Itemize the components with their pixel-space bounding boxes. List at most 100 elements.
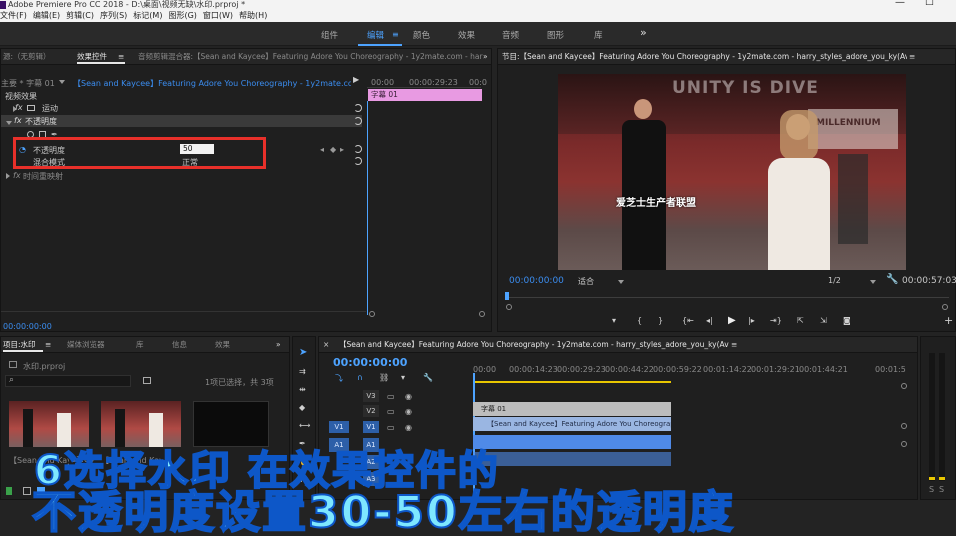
program-add-button-icon[interactable]: + xyxy=(944,314,953,327)
fit-dropdown[interactable]: 适合 xyxy=(578,276,594,287)
list-view-icon[interactable] xyxy=(23,487,31,495)
title-clip[interactable]: 字幕 01 xyxy=(473,402,671,416)
tab-info[interactable]: 信息 xyxy=(172,337,187,352)
mark-out-icon[interactable]: } xyxy=(658,316,663,325)
track-v3-label[interactable]: V3 xyxy=(363,390,379,402)
fx-icon-time-remap[interactable]: fx xyxy=(13,171,21,180)
menu-sequence[interactable]: 序列(S) xyxy=(100,10,127,22)
workspace-tab-audio[interactable]: 音频 xyxy=(502,29,519,41)
ec-title-clip[interactable]: 字幕 01 xyxy=(368,89,482,101)
nest-toggle-icon[interactable]: ⤵ xyxy=(335,373,343,384)
linked-selection-icon[interactable]: ⛓ xyxy=(379,373,389,382)
minimize-button[interactable]: — xyxy=(895,0,905,8)
track-v2-label[interactable]: V2 xyxy=(363,405,379,417)
fx-icon-motion[interactable]: fx xyxy=(15,103,23,112)
time-remap-expand-icon[interactable] xyxy=(6,172,10,181)
tab-source[interactable]: 源:（无剪辑） xyxy=(3,49,51,64)
menu-file[interactable]: 文件(F) xyxy=(0,10,27,22)
prev-keyframe-icon[interactable]: ◂ xyxy=(320,145,324,154)
audio-clip-a1[interactable] xyxy=(473,435,671,449)
program-time-ruler[interactable] xyxy=(506,297,949,298)
track-v1-label[interactable]: V1 xyxy=(363,421,379,433)
ec-timecode[interactable]: 00:00:00:00 xyxy=(3,322,52,331)
opacity-collapse-icon[interactable] xyxy=(6,118,12,127)
snap-icon[interactable]: ∩ xyxy=(357,373,363,382)
add-marker-icon[interactable]: ▾ xyxy=(612,316,616,325)
track-select-tool-icon[interactable]: ⇉ xyxy=(299,367,306,376)
audio-clip-a2[interactable] xyxy=(473,452,671,466)
workspace-more-icon[interactable]: » xyxy=(640,26,647,39)
motion-transform-icon[interactable] xyxy=(27,104,35,113)
new-bin-from-search-icon[interactable] xyxy=(143,377,151,384)
workspace-tab-color[interactable]: 颜色 xyxy=(413,29,430,41)
menu-marker[interactable]: 标记(M) xyxy=(133,10,162,22)
opacity-reset-icon[interactable] xyxy=(354,117,362,125)
selection-tool-icon[interactable]: ➤ xyxy=(299,347,307,358)
panel-more-icon[interactable]: » xyxy=(483,49,488,64)
tab-audio-mixer[interactable]: 音频剪辑混合器:【Sean and Kaycee】Featuring Adore… xyxy=(138,49,483,64)
workspace-tab-effects[interactable]: 效果 xyxy=(458,29,475,41)
play-clip-icon[interactable]: ▶ xyxy=(353,75,359,84)
ec-zoom-handle-right[interactable] xyxy=(479,311,485,317)
project-menu-icon[interactable]: ≡ xyxy=(45,337,51,352)
solo-left[interactable]: S xyxy=(929,485,934,494)
workspace-tab-graphics[interactable]: 图形 xyxy=(547,29,564,41)
play-button[interactable]: ▶ xyxy=(728,315,736,326)
fx-icon-opacity[interactable]: fx xyxy=(14,116,22,125)
workspace-tab-assembly[interactable]: 组件 xyxy=(321,29,338,41)
timeline-settings-icon[interactable]: 🔧 xyxy=(423,373,433,382)
ec-scroll-track[interactable] xyxy=(1,311,366,312)
export-frame-icon[interactable]: ◙ xyxy=(843,316,851,325)
fit-dropdown-icon[interactable] xyxy=(618,277,624,286)
sequence-tab[interactable]: 【Sean and Kaycee】Featuring Adore You Cho… xyxy=(339,337,729,352)
menu-graphics[interactable]: 图形(G) xyxy=(168,10,196,22)
video-clip[interactable]: 【Sean and Kaycee】Featuring Adore You Cho… xyxy=(473,417,671,431)
next-keyframe-icon[interactable]: ▸ xyxy=(340,145,344,154)
program-zoom-right[interactable] xyxy=(942,304,948,310)
add-marker-timeline-icon[interactable]: ▾ xyxy=(401,373,405,382)
track-zoom-mid[interactable] xyxy=(901,423,907,429)
razor-tool-icon[interactable]: ◆ xyxy=(299,403,305,412)
search-icon[interactable]: ⌕ xyxy=(9,375,14,385)
ripple-edit-tool-icon[interactable]: ⇹ xyxy=(299,385,306,394)
menu-window[interactable]: 窗口(W) xyxy=(203,10,233,22)
track-zoom-top[interactable] xyxy=(901,383,907,389)
tab-effects[interactable]: 效果 xyxy=(215,337,230,352)
sync-lock-v2-icon[interactable]: ▭ xyxy=(387,407,395,416)
workspace-tab-editing[interactable]: 编辑 xyxy=(367,29,384,41)
sync-lock-v3-icon[interactable]: ▭ xyxy=(387,392,395,401)
clip-name[interactable]: 【Sean and Kaycee】Featuring Adore You Cho… xyxy=(73,78,351,89)
close-sequence-icon[interactable]: × xyxy=(323,337,329,352)
menu-edit[interactable]: 编辑(E) xyxy=(33,10,60,22)
motion-reset-icon[interactable] xyxy=(354,104,362,112)
project-search-input[interactable] xyxy=(5,375,131,387)
eye-v1-icon[interactable]: ◉ xyxy=(405,423,412,432)
workspace-tab-libraries[interactable]: 库 xyxy=(594,29,603,41)
blend-reset-icon[interactable] xyxy=(354,157,362,165)
tab-libraries[interactable]: 库 xyxy=(136,337,144,352)
program-timecode[interactable]: 00:00:00:00 xyxy=(509,276,564,286)
workspace-menu-icon[interactable]: ≡ xyxy=(392,30,399,39)
mark-in-icon[interactable]: { xyxy=(637,316,642,325)
track-zoom-bottom[interactable] xyxy=(901,441,907,447)
resolution-dropdown[interactable]: 1/2 xyxy=(828,276,841,285)
extract-icon[interactable]: ⇲ xyxy=(820,316,827,325)
go-to-in-icon[interactable]: {⇤ xyxy=(682,316,694,325)
lift-icon[interactable]: ⇱ xyxy=(797,316,804,325)
program-tab-title[interactable]: 节目:【Sean and Kaycee】Featuring Adore You … xyxy=(502,49,907,64)
step-forward-icon[interactable]: |▸ xyxy=(748,316,755,325)
go-to-out-icon[interactable]: ⇥} xyxy=(770,316,782,325)
menu-help[interactable]: 帮助(H) xyxy=(239,10,267,22)
project-more-icon[interactable]: » xyxy=(276,337,281,352)
work-area-bar[interactable] xyxy=(473,381,671,383)
maximize-button[interactable]: ☐ xyxy=(925,0,934,8)
menu-clip[interactable]: 剪辑(C) xyxy=(66,10,94,22)
program-menu-icon[interactable]: ≡ xyxy=(909,49,915,64)
opacity-value-reset-icon[interactable] xyxy=(354,145,362,153)
eye-v3-icon[interactable]: ◉ xyxy=(405,392,412,401)
resolution-dropdown-icon[interactable] xyxy=(870,277,876,286)
timeline-timecode[interactable]: 00:00:00:00 xyxy=(333,356,407,369)
watermark-text[interactable]: 爱芝士生产者联盟 xyxy=(616,194,696,209)
source-patch-v1[interactable]: V1 xyxy=(329,421,349,433)
tab-media-browser[interactable]: 媒体浏览器 xyxy=(67,337,105,352)
